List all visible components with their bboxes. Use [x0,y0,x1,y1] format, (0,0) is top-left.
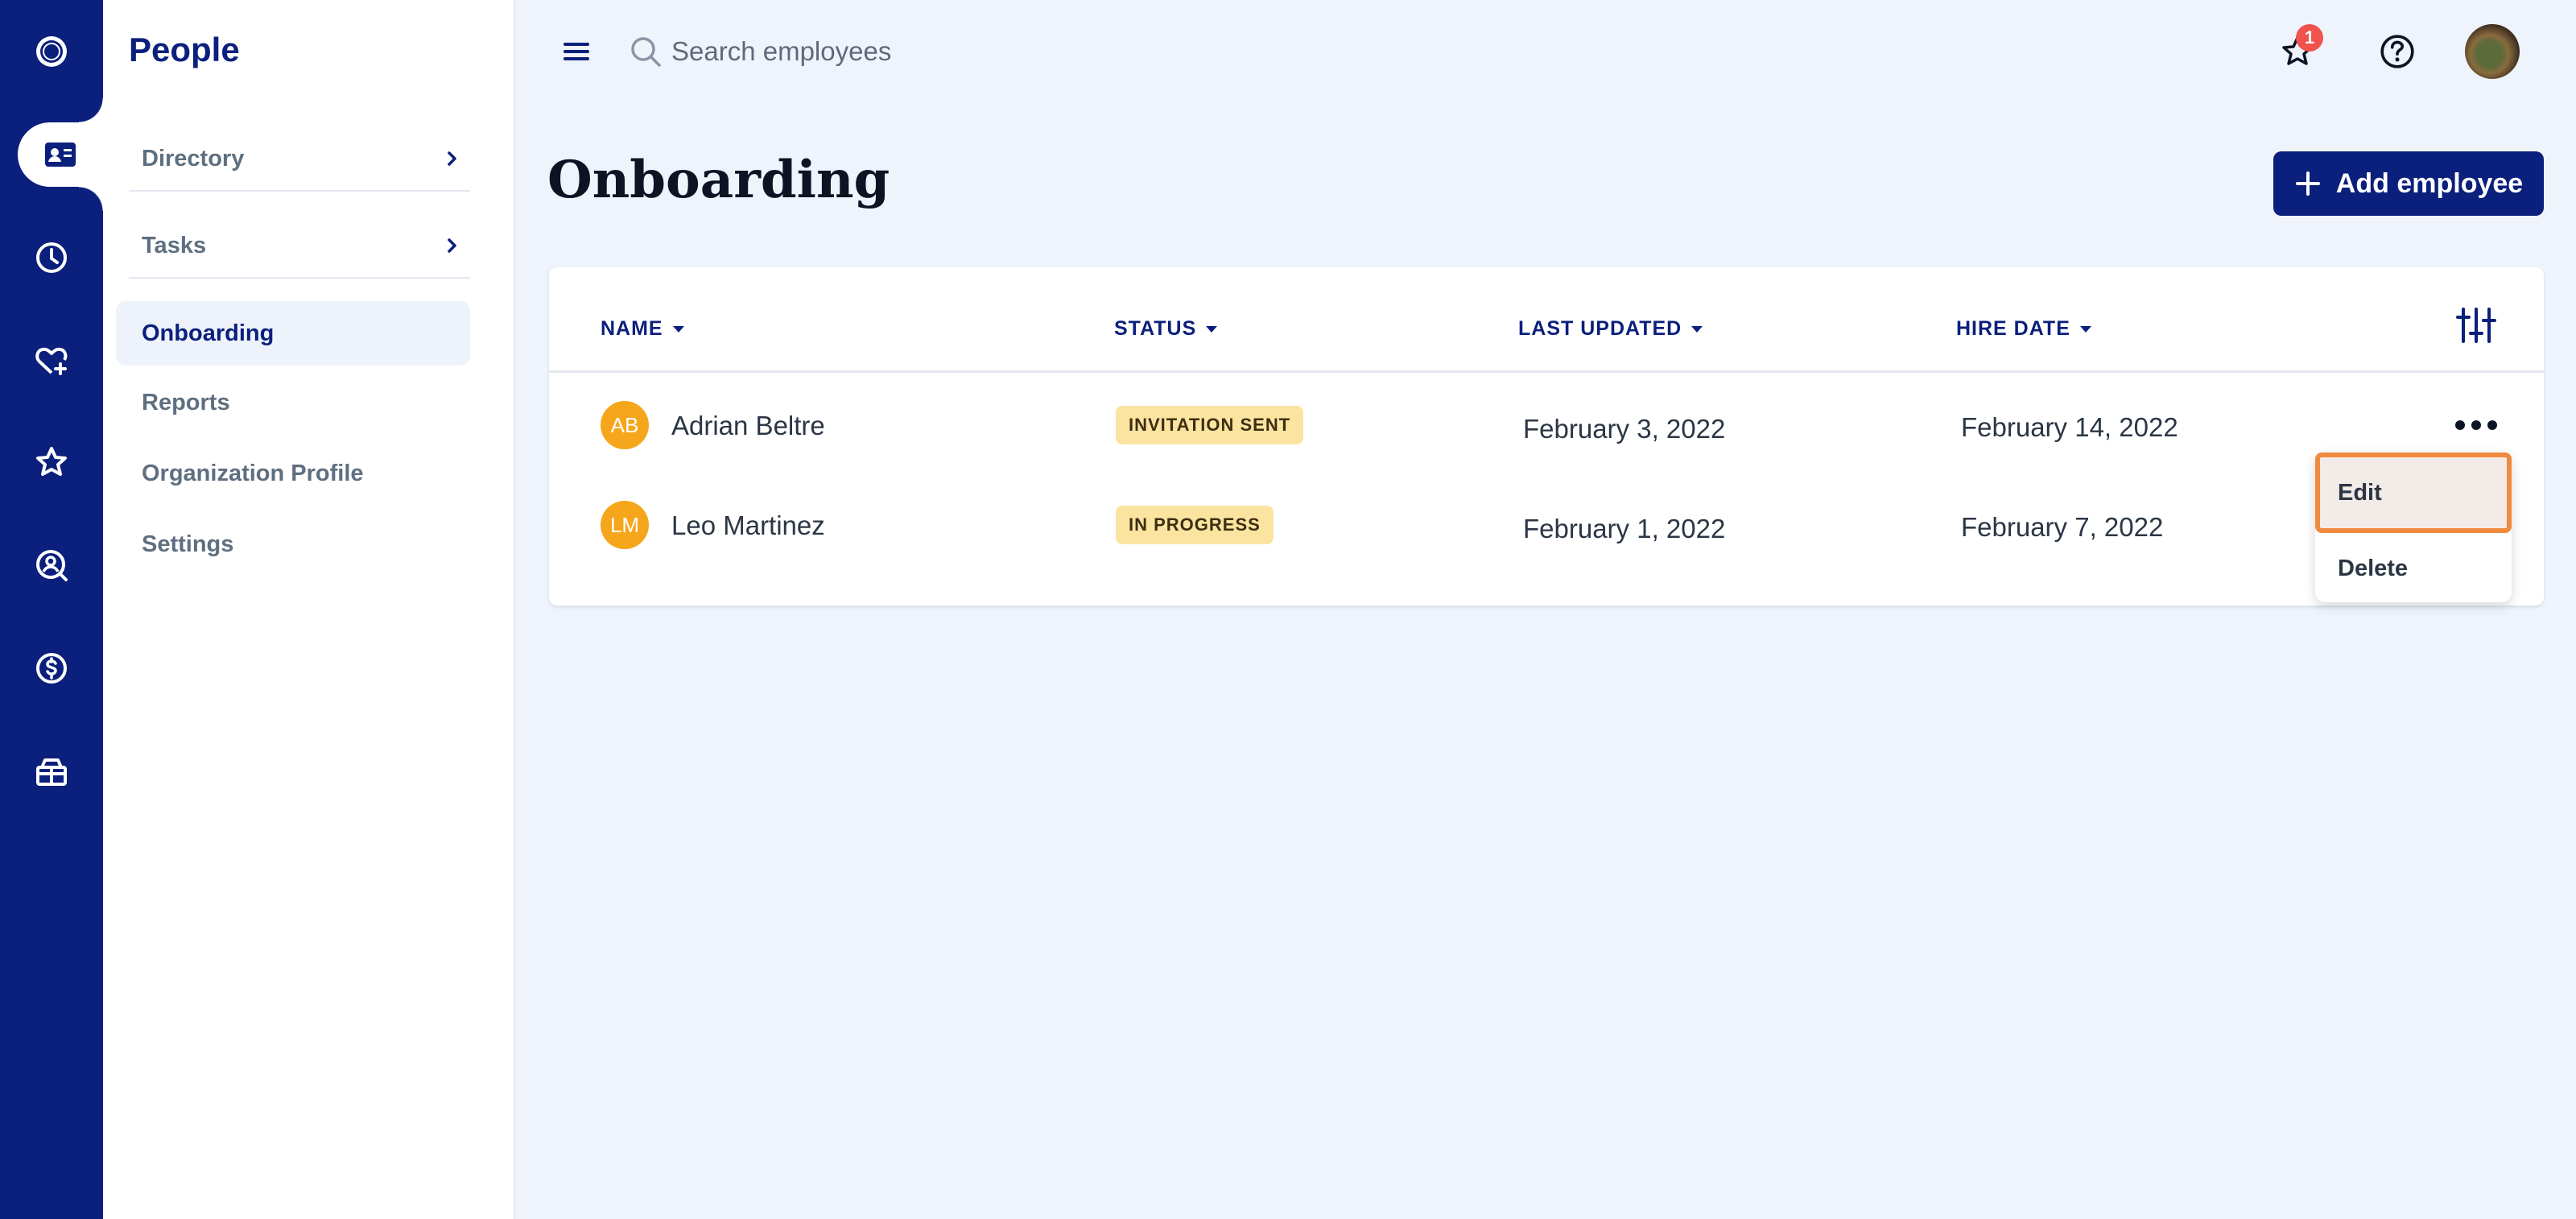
employee-name: Adrian Beltre [671,411,825,440]
sidebar-item-label: Reports [142,389,230,415]
column-settings-icon[interactable] [2454,303,2499,348]
recognition-button[interactable]: 1 [2270,24,2325,79]
sort-caret-icon [2079,326,2091,333]
search-input[interactable] [671,27,1396,76]
rail-item-people[interactable] [18,98,103,211]
menu-item-delete[interactable]: Delete [2315,533,2512,604]
menu-item-label: Edit [2338,479,2382,506]
people-card-icon [45,143,76,167]
column-header-name[interactable]: NAME [601,312,684,345]
more-dot [2471,420,2481,430]
page-title: Onboarding [547,150,890,210]
sidebar-item-directory[interactable]: Directory [129,127,470,192]
notification-badge: 1 [2296,24,2323,52]
sidebar-item-organization-profile[interactable]: Organization Profile [116,441,470,506]
table-row[interactable]: AB Adrian Beltre INVITATION SENT Februar… [549,374,2544,470]
app-rail [0,0,103,1219]
menu-item-edit[interactable]: Edit [2315,452,2512,533]
employee-initials-avatar: LM [601,501,649,549]
column-header-label: HIRE DATE [1956,316,2070,340]
hamburger-menu-icon[interactable] [560,35,592,68]
help-button[interactable] [2370,24,2425,79]
sidebar-item-label: Directory [142,145,245,171]
onboarding-table: NAME STATUS LAST UPDATED HIRE DATE AB Ad… [549,267,2544,605]
person-search-icon[interactable] [0,533,103,597]
sort-caret-icon [1691,326,1703,333]
table-row[interactable]: LM Leo Martinez IN PROGRESS February 1, … [549,473,2544,570]
section-title: People [129,31,240,68]
sidebar-item-label: Tasks [142,232,207,258]
sidebar-item-onboarding[interactable]: Onboarding [116,301,470,366]
dollar-icon[interactable] [0,636,103,700]
more-dot [2455,420,2465,430]
user-avatar[interactable] [2465,24,2520,79]
star-icon[interactable] [0,430,103,494]
sidebar-item-tasks[interactable]: Tasks [129,214,470,279]
search-icon [631,37,661,67]
help-icon [2380,35,2414,68]
header-divider [549,370,2544,373]
chevron-right-icon [448,238,456,253]
employee-initials-avatar: AB [601,401,649,449]
sidebar-item-label: Organization Profile [142,460,364,486]
logo-icon[interactable] [0,19,103,84]
menu-item-label: Delete [2338,555,2409,581]
plus-icon [2295,171,2320,196]
sidebar-item-settings[interactable]: Settings [116,512,470,576]
heart-plus-icon[interactable] [0,329,103,393]
add-employee-button[interactable]: Add employee [2273,151,2544,216]
column-header-last-updated[interactable]: LAST UPDATED [1518,312,1703,345]
sort-caret-icon [672,326,684,333]
column-header-label: STATUS [1114,316,1197,340]
column-header-label: LAST UPDATED [1518,316,1682,340]
chevron-right-icon [448,151,456,166]
last-updated-cell: February 3, 2022 [1523,414,1726,444]
clock-icon[interactable] [0,225,103,290]
sidebar-item-label: Settings [142,531,234,557]
gift-icon[interactable] [0,739,103,804]
hire-date-cell: February 7, 2022 [1961,512,2164,542]
column-header-status[interactable]: STATUS [1114,312,1218,345]
row-more-button[interactable] [2444,409,2508,441]
employee-name: Leo Martinez [671,510,825,540]
section-sidebar: People Directory Tasks Onboarding Report… [103,0,515,1219]
more-dot [2487,420,2497,430]
add-employee-label: Add employee [2335,167,2524,199]
row-context-menu: Edit Delete [2315,452,2512,602]
last-updated-cell: February 1, 2022 [1523,514,1726,543]
sidebar-item-reports[interactable]: Reports [116,370,470,435]
status-badge: INVITATION SENT [1116,406,1304,444]
sidebar-item-label: Onboarding [142,320,275,346]
column-header-hire-date[interactable]: HIRE DATE [1956,312,2091,345]
status-badge: IN PROGRESS [1116,506,1274,544]
column-header-label: NAME [601,316,663,340]
hire-date-cell: February 14, 2022 [1961,412,2178,442]
sort-caret-icon [1206,326,1218,333]
